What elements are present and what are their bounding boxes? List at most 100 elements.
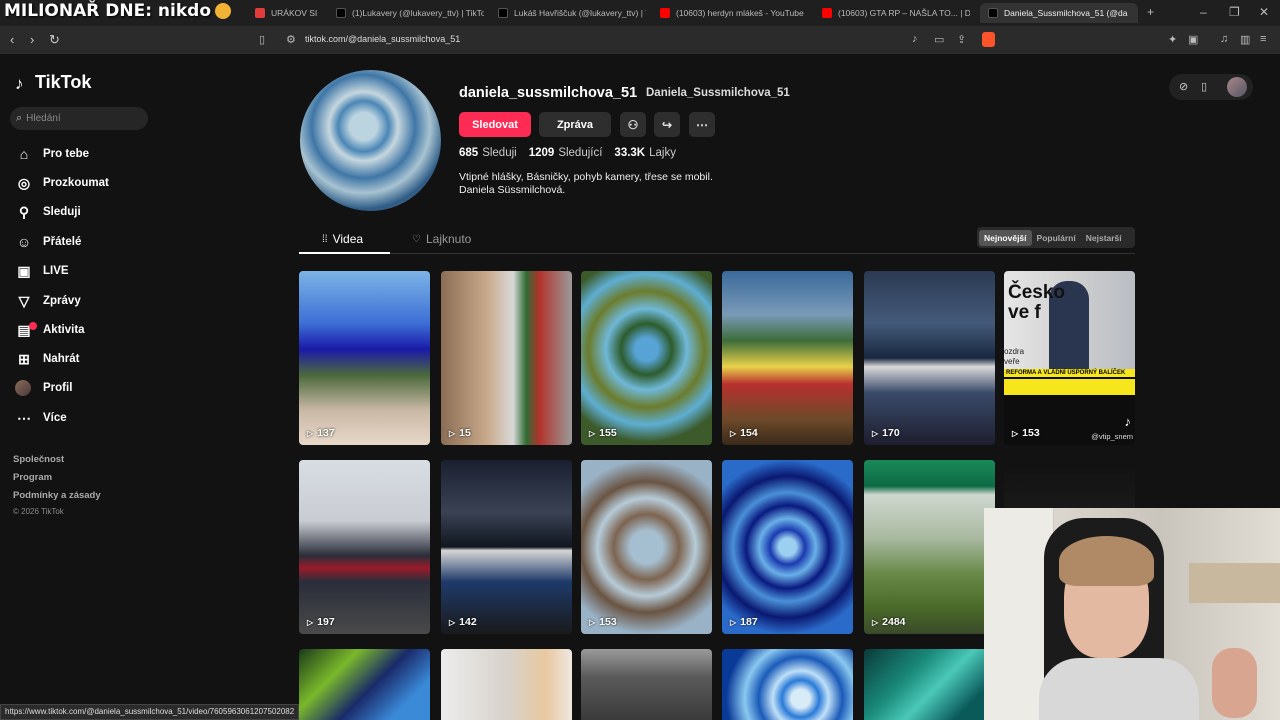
sidebar-item-label: LIVE — [43, 265, 69, 277]
video-thumbnail[interactable]: ▷ 154 — [722, 271, 853, 445]
play-icon: ▷ — [730, 428, 737, 438]
sidebar-item-label: Aktivita — [43, 324, 85, 336]
sidebar-item-pro-tebe[interactable]: ⌂ Pro tebe — [15, 143, 89, 165]
tiktok-logo[interactable]: ♪ TikTok — [15, 72, 91, 93]
video-thumbnail[interactable] — [441, 649, 572, 720]
video-thumbnail[interactable]: ▷ 170 — [864, 271, 995, 445]
view-count-text: 154 — [740, 427, 758, 439]
tab-videos[interactable]: ⁞⁞ Videa — [322, 232, 363, 246]
coins-icon[interactable]: ⊘ — [1179, 80, 1188, 93]
view-count: ▷ 153 — [1012, 427, 1040, 439]
browser-tab[interactable]: Lukáš Havřiščuk (@lukavery_ttv) | Ti — [498, 3, 646, 23]
share-icon[interactable]: ⇪ — [957, 33, 966, 46]
video-thumbnail[interactable]: ▷ 187 — [722, 460, 853, 634]
sidebar-item-nahrat[interactable]: ⊞ Nahrát — [15, 348, 79, 370]
url-input[interactable]: tiktok.com/@daniela_sussmilchova_51 — [305, 34, 460, 44]
sidebar-item-vice[interactable]: ⋯ Více — [15, 407, 67, 429]
video-thumbnail[interactable]: ▷ 137 — [299, 271, 430, 445]
heart-icon: ♡ — [412, 233, 421, 245]
footer-company-link[interactable]: Společnost — [13, 454, 64, 465]
follow-button[interactable]: Sledovat — [459, 112, 531, 137]
view-count: ▷ 153 — [589, 616, 617, 628]
play-icon: ▷ — [1012, 428, 1019, 438]
window-close-icon[interactable]: ✕ — [1259, 5, 1269, 19]
tab-liked[interactable]: ♡ Lajknuto — [412, 232, 471, 246]
message-button[interactable]: Zpráva — [539, 112, 611, 137]
footer-terms-link[interactable]: Podmínky a zásady — [13, 490, 101, 501]
browser-tab[interactable]: URÁKOV SI PŘIŠEL — [255, 3, 317, 23]
sidebar-item-label: Nahrát — [43, 353, 80, 365]
sidebar-item-prozkoumat[interactable]: ◎ Prozkoumat — [15, 172, 109, 194]
browser-tab[interactable]: (1)Lukavery (@lukavery_ttv) | TikTok — [336, 3, 484, 23]
profile-username: daniela_sussmilchova_51 — [459, 85, 638, 101]
menu-icon[interactable]: ≡ — [1260, 33, 1266, 45]
site-info-icon[interactable]: ⚙ — [286, 33, 296, 46]
tiktok-favicon-icon — [988, 8, 998, 18]
video-thumbnail[interactable] — [581, 649, 712, 720]
video-thumbnail-news[interactable]: Česko ve f ozdra veře REFORMA A VLÁDNÍ ÚSP… — [1004, 271, 1135, 445]
device-icon[interactable]: ▯ — [1201, 80, 1207, 93]
sidebar-toggle-icon[interactable]: ▥ — [1240, 33, 1250, 46]
play-icon: ▷ — [449, 428, 456, 438]
profile-avatar-large[interactable] — [300, 70, 441, 211]
sidebar-item-live[interactable]: ▣ LIVE — [15, 260, 69, 282]
sidebar-item-label: Pro tebe — [43, 148, 90, 160]
mute-icon[interactable]: ♪ — [912, 33, 918, 45]
back-icon[interactable]: ‹ — [10, 32, 14, 47]
home-icon: ⌂ — [19, 146, 29, 162]
wallet-icon[interactable]: ▣ — [1188, 33, 1198, 46]
sidebar-item-profil[interactable]: Profil — [15, 377, 72, 399]
brave-shield-icon[interactable] — [982, 32, 995, 47]
video-thumbnail[interactable]: ▷ 153 — [581, 460, 712, 634]
video-thumbnail[interactable] — [864, 649, 995, 720]
webcam-background-shelf — [1189, 563, 1280, 603]
screen-icon[interactable]: ▭ — [934, 33, 944, 46]
new-tab-icon[interactable]: + — [1147, 5, 1154, 19]
video-thumbnail[interactable]: ▷ 142 — [441, 460, 572, 634]
live-icon: ▣ — [17, 262, 31, 279]
sort-popular[interactable]: Populární — [1032, 230, 1081, 246]
play-icon: ▷ — [730, 617, 737, 627]
followers-stat[interactable]: 1209 Sledující — [529, 147, 603, 159]
sidebar-item-sleduji[interactable]: ⚲ Sleduji — [15, 201, 81, 223]
notification-badge — [29, 321, 37, 330]
add-friend-icon[interactable]: ⚇ — [620, 112, 646, 137]
extensions-icon[interactable]: ✦ — [1168, 33, 1177, 46]
news-headline-line: ve f — [1008, 302, 1041, 323]
user-avatar[interactable] — [1227, 77, 1247, 97]
play-icon: ▷ — [589, 428, 596, 438]
view-count: ▷ 170 — [872, 427, 900, 439]
likes-count: 33.3K — [614, 147, 646, 159]
video-thumbnail[interactable] — [722, 649, 853, 720]
video-thumbnail[interactable]: ▷ 155 — [581, 271, 712, 445]
top-right-controls: ⊘ ▯ — [1169, 74, 1253, 100]
sidebar-item-zpravy[interactable]: ▽ Zprávy — [15, 290, 81, 312]
video-thumbnail[interactable]: ▷ 197 — [299, 460, 430, 634]
restore-icon[interactable]: ❐ — [1229, 5, 1240, 19]
forward-icon[interactable]: › — [30, 32, 34, 47]
more-options-icon[interactable]: ⋯ — [689, 112, 715, 137]
footer-program-link[interactable]: Program — [13, 472, 52, 483]
browser-tab[interactable]: (10603) herdyn mlákeš - YouTube — [660, 3, 808, 23]
browser-tab[interactable]: (10603) GTA RP – NAŠLA TO... | Dani — [822, 3, 970, 23]
view-count-text: 155 — [599, 427, 617, 439]
video-thumbnail[interactable]: ▷ 2484 — [864, 460, 995, 634]
video-thumbnail[interactable] — [299, 649, 430, 720]
share-profile-icon[interactable]: ↪ — [654, 112, 680, 137]
browser-tab-active[interactable]: Daniela_Sussmilchova_51 (@da ✕ — [980, 3, 1138, 23]
reload-icon[interactable]: ↻ — [49, 32, 60, 48]
bookmark-icon[interactable]: ▯ — [259, 33, 265, 46]
sidebar-item-aktivita[interactable]: ▤ Aktivita — [15, 319, 85, 341]
sidebar-item-pratele[interactable]: ☺ Přátelé — [15, 231, 82, 253]
news-ticker: REFORMA A VLÁDNÍ ÚSPORNÝ BALÍČEK — [1004, 369, 1135, 377]
video-thumbnail[interactable]: ▷ 15 — [441, 271, 572, 445]
media-icon[interactable]: ♫ — [1220, 33, 1228, 45]
search-input[interactable]: ⌕ Hledání — [10, 107, 148, 130]
minimize-icon[interactable]: – — [1200, 5, 1207, 19]
sidebar-item-label: Prozkoumat — [43, 177, 109, 189]
sort-newest[interactable]: Nejnovější — [979, 229, 1032, 246]
close-icon[interactable]: ✕ — [1137, 8, 1138, 19]
sort-oldest[interactable]: Nejstarší — [1081, 230, 1127, 246]
following-stat[interactable]: 685 Sleduji — [459, 147, 517, 159]
news-side-line: ozdra — [1004, 347, 1025, 356]
